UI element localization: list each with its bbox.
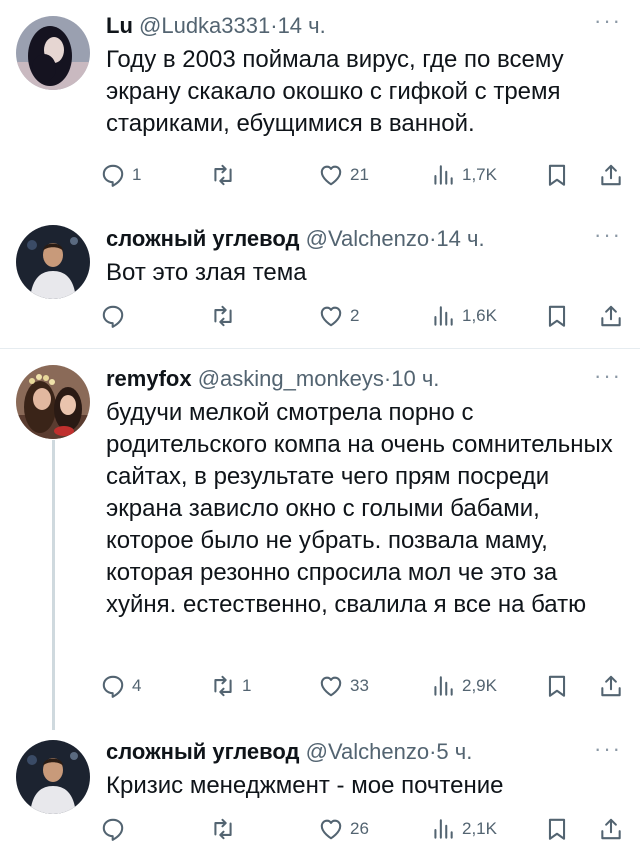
tweet-text: будучи мелкой смотрела порно с родительс… <box>106 399 613 618</box>
views-button[interactable]: 1,6K <box>430 299 497 333</box>
display-name[interactable]: сложный углевод <box>106 226 300 251</box>
retweet-icon <box>210 673 236 699</box>
views-button[interactable]: 2,9K <box>430 669 497 703</box>
user-handle[interactable]: @Valchenzo <box>306 226 429 251</box>
avatar[interactable] <box>16 16 90 90</box>
tweet-actions: 4 1 33 2,9K <box>100 669 630 703</box>
reply-button[interactable]: 1 <box>100 158 141 192</box>
bookmark-button[interactable] <box>544 812 570 846</box>
like-count: 2 <box>350 306 360 325</box>
user-handle[interactable]: @asking_monkeys <box>198 366 384 391</box>
separator-dot: · <box>270 13 278 38</box>
like-button[interactable]: 33 <box>318 669 369 703</box>
retweet-icon <box>210 816 236 842</box>
like-icon <box>318 673 344 699</box>
bookmark-icon <box>544 816 570 842</box>
user-handle[interactable]: @Valchenzo <box>306 739 429 764</box>
share-button[interactable] <box>598 299 624 333</box>
tweet-text: Вот это злая тема <box>106 259 307 286</box>
reply-button[interactable] <box>100 812 132 846</box>
like-count: 33 <box>350 676 369 695</box>
share-button[interactable] <box>598 669 624 703</box>
like-button[interactable]: 21 <box>318 158 369 192</box>
retweet-icon <box>210 303 236 329</box>
like-count: 21 <box>350 165 369 184</box>
reply-count: 1 <box>132 165 142 184</box>
tweet[interactable]: Lu @Ludka3331·14 ч. ··· Году в 2003 пойм… <box>0 0 640 205</box>
display-name[interactable]: сложный углевод <box>106 739 300 764</box>
retweet-button[interactable]: 1 <box>210 669 251 703</box>
tweet-actions: 26 2,1K <box>100 812 630 846</box>
bookmark-icon <box>544 673 570 699</box>
views-count: 2,1K <box>462 819 497 838</box>
like-icon <box>318 816 344 842</box>
retweet-icon <box>210 162 236 188</box>
retweet-button[interactable] <box>210 812 242 846</box>
timestamp[interactable]: 5 ч. <box>436 739 472 764</box>
tweet-text: Кризис менеджмент - мое почтение <box>106 772 504 799</box>
bookmark-button[interactable] <box>544 669 570 703</box>
tweet-actions: 2 1,6K <box>100 299 630 333</box>
like-icon <box>318 162 344 188</box>
avatar[interactable] <box>16 740 90 814</box>
share-button[interactable] <box>598 812 624 846</box>
retweet-button[interactable] <box>210 158 242 192</box>
tweet[interactable]: сложный углевод @Valchenzo·5 ч. ··· Криз… <box>0 720 640 856</box>
avatar[interactable] <box>16 365 90 439</box>
views-icon <box>430 673 456 699</box>
views-icon <box>430 816 456 842</box>
reply-button[interactable]: 4 <box>100 669 141 703</box>
bookmark-button[interactable] <box>544 158 570 192</box>
reply-count: 4 <box>132 676 142 695</box>
retweet-count: 1 <box>242 676 252 695</box>
more-icon[interactable]: ··· <box>594 738 622 760</box>
more-icon[interactable]: ··· <box>594 365 622 387</box>
share-icon <box>598 673 624 699</box>
reply-icon <box>100 303 126 329</box>
share-icon <box>598 816 624 842</box>
tweet[interactable]: сложный углевод @Valchenzo·14 ч. ··· Вот… <box>0 205 640 348</box>
tweet-header: remyfox @asking_monkeys·10 ч. <box>106 365 439 393</box>
like-icon <box>318 303 344 329</box>
share-button[interactable] <box>598 158 624 192</box>
views-count: 1,7K <box>462 165 497 184</box>
like-button[interactable]: 2 <box>318 299 359 333</box>
tweet[interactable]: remyfox @asking_monkeys·10 ч. ··· будучи… <box>0 349 640 720</box>
like-button[interactable]: 26 <box>318 812 369 846</box>
retweet-button[interactable] <box>210 299 242 333</box>
reply-button[interactable] <box>100 299 132 333</box>
reply-icon <box>100 816 126 842</box>
timestamp[interactable]: 10 ч. <box>391 366 439 391</box>
views-button[interactable]: 2,1K <box>430 812 497 846</box>
more-icon[interactable]: ··· <box>594 10 622 32</box>
avatar[interactable] <box>16 225 90 299</box>
tweet-text: Году в 2003 поймала вирус, где по всему … <box>106 46 564 137</box>
views-count: 1,6K <box>462 306 497 325</box>
bookmark-icon <box>544 303 570 329</box>
tweet-header: сложный углевод @Valchenzo·5 ч. <box>106 738 472 766</box>
tweet-header: Lu @Ludka3331·14 ч. <box>106 12 326 40</box>
tweet-actions: 1 21 1,7K <box>100 158 630 192</box>
like-count: 26 <box>350 819 369 838</box>
reply-icon <box>100 673 126 699</box>
reply-icon <box>100 162 126 188</box>
tweet-header: сложный углевод @Valchenzo·14 ч. <box>106 225 485 253</box>
views-icon <box>430 162 456 188</box>
share-icon <box>598 162 624 188</box>
timestamp[interactable]: 14 ч. <box>278 13 326 38</box>
views-button[interactable]: 1,7K <box>430 158 497 192</box>
display-name[interactable]: Lu <box>106 13 133 38</box>
user-handle[interactable]: @Ludka3331 <box>139 13 270 38</box>
views-icon <box>430 303 456 329</box>
bookmark-button[interactable] <box>544 299 570 333</box>
timestamp[interactable]: 14 ч. <box>436 226 484 251</box>
display-name[interactable]: remyfox <box>106 366 192 391</box>
bookmark-icon <box>544 162 570 188</box>
views-count: 2,9K <box>462 676 497 695</box>
share-icon <box>598 303 624 329</box>
more-icon[interactable]: ··· <box>594 224 622 246</box>
